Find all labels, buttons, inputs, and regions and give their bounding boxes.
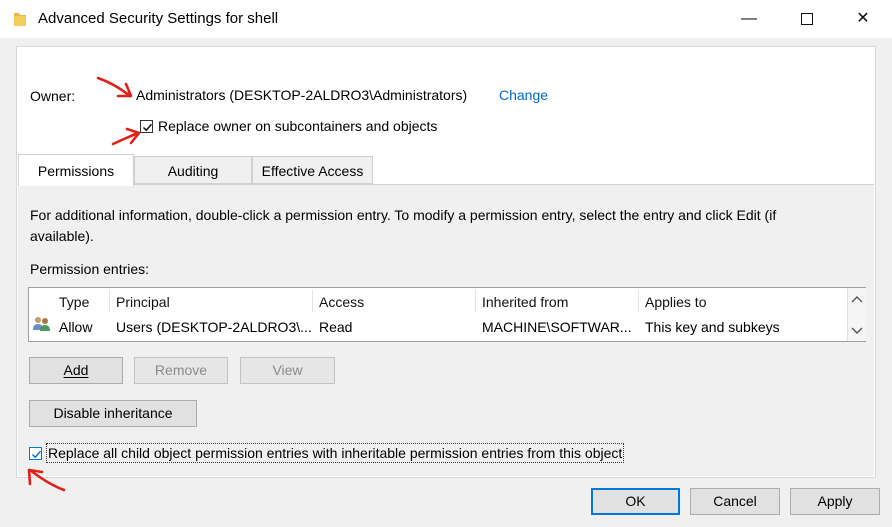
arrow-annotation-owner [96, 76, 133, 98]
annotation-arrows [27, 76, 141, 492]
arrow-annotation-replace-owner [111, 127, 141, 146]
arrow-annotation-replace-child [27, 468, 66, 492]
